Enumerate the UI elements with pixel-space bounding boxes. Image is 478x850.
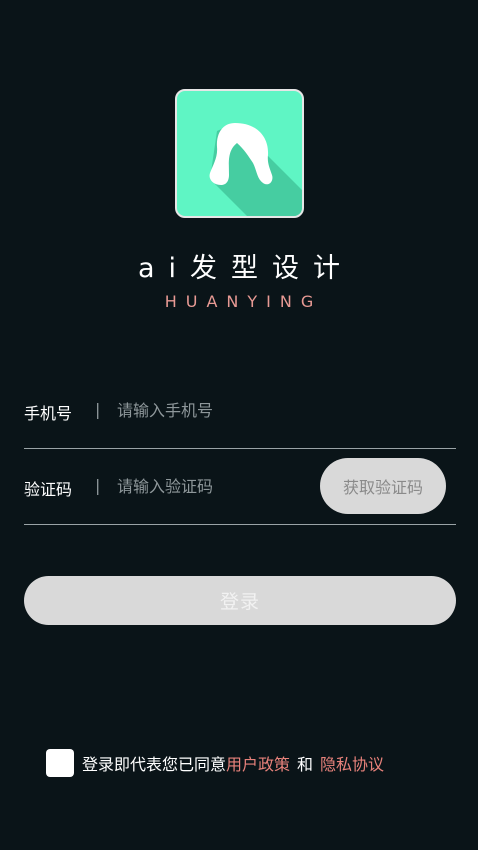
hair-silhouette-icon xyxy=(209,123,302,216)
get-code-button[interactable]: 获取验证码 xyxy=(320,458,446,514)
code-row: 验证码 | 获取验证码 xyxy=(24,458,456,525)
checkbox-icon[interactable] xyxy=(46,749,74,777)
agreement-row: 登录即代表您已同意 用户政策 和 隐私协议 xyxy=(46,748,384,778)
app-logo xyxy=(175,89,304,218)
phone-separator: | xyxy=(95,400,101,419)
app-title: ai发型设计 xyxy=(137,253,355,284)
privacy-policy-link[interactable]: 隐私协议 xyxy=(320,751,384,775)
phone-label: 手机号 xyxy=(24,404,73,423)
code-input[interactable] xyxy=(117,472,317,500)
code-label: 验证码 xyxy=(24,480,73,499)
logo-box xyxy=(175,89,304,218)
user-policy-link[interactable]: 用户政策 xyxy=(226,751,290,775)
phone-input[interactable] xyxy=(117,396,317,424)
login-button[interactable]: 登录 xyxy=(24,576,456,625)
app-subtitle: HUANYING xyxy=(164,292,323,311)
code-separator: | xyxy=(95,476,101,495)
agreement-and: 和 xyxy=(297,755,314,774)
phone-row: 手机号 | xyxy=(24,388,456,449)
login-screen: ai发型设计 HUANYING 手机号 | 验证码 | 获取验证码 登录 登录即… xyxy=(0,0,478,850)
agreement-text: 登录即代表您已同意 xyxy=(82,755,227,774)
